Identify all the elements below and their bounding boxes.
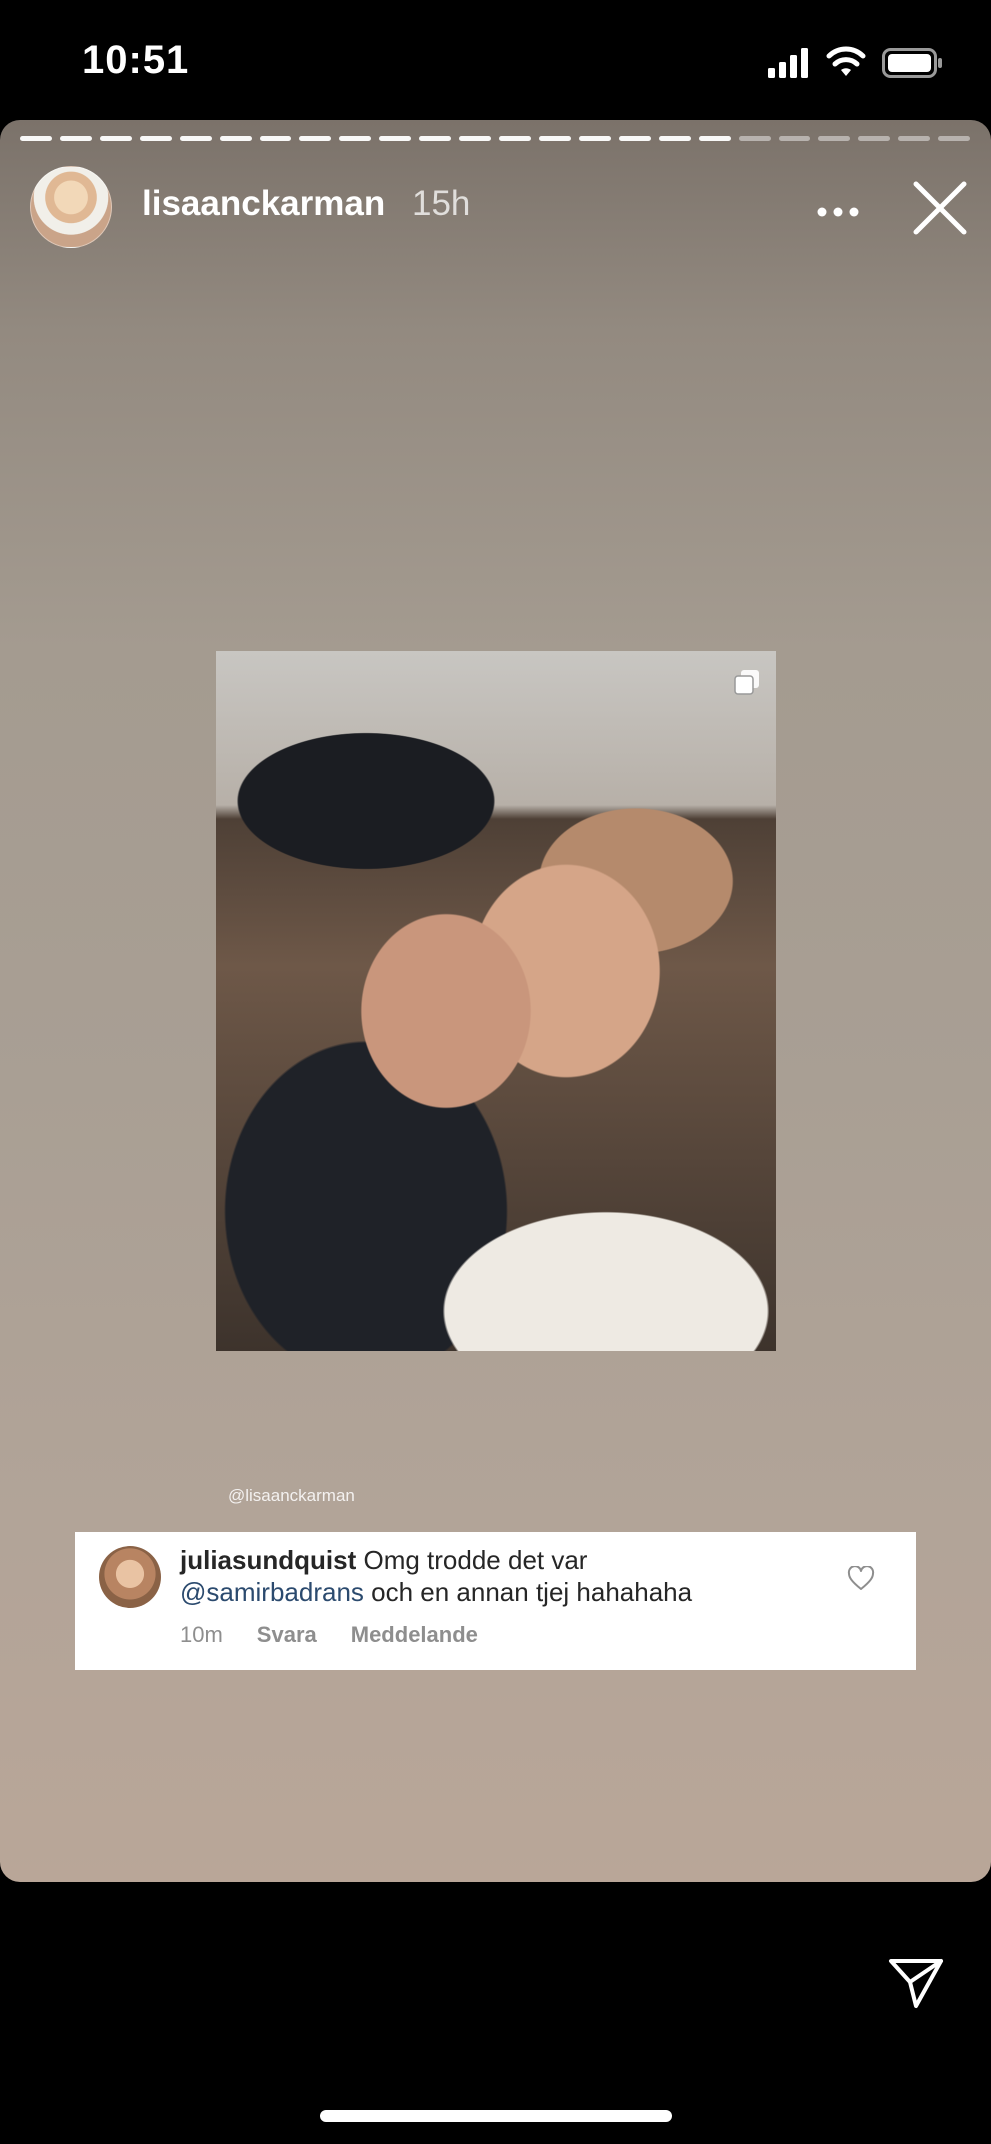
heart-icon[interactable] xyxy=(847,1566,875,1592)
comment-reply-button[interactable]: Svara xyxy=(257,1622,317,1648)
story-progress-segment xyxy=(379,136,412,141)
story-progress-segment xyxy=(499,136,531,141)
story-progress-segment xyxy=(738,136,771,141)
story-progress-segment xyxy=(898,136,931,141)
shared-comment-card[interactable]: juliasundquist Omg trodde det var @samir… xyxy=(75,1532,916,1670)
comment-message-button[interactable]: Meddelande xyxy=(351,1622,478,1648)
story-progress-segment xyxy=(459,136,492,141)
story-progress-segment xyxy=(698,136,731,141)
comment-text-end: och en annan tjej hahahaha xyxy=(371,1577,693,1607)
comment-meta: 10m Svara Meddelande xyxy=(180,1622,478,1648)
story-progress-segment xyxy=(259,136,292,141)
story-progress-segment xyxy=(299,136,332,141)
story-progress-segment xyxy=(59,136,92,141)
battery-icon xyxy=(882,48,942,78)
story-viewer[interactable]: lisaanckarman 15h @lisaanckarman juliasu… xyxy=(0,120,991,1882)
story-progress-segment xyxy=(618,136,651,141)
comment-username: juliasundquist xyxy=(180,1545,357,1575)
story-progress-segment xyxy=(419,136,452,141)
carousel-icon xyxy=(734,670,759,695)
comment-mention: @samirbadrans xyxy=(180,1577,364,1607)
home-indicator[interactable] xyxy=(320,2110,672,2122)
more-horizontal-icon[interactable] xyxy=(816,206,860,218)
comment-text: juliasundquist Omg trodde det var @samir… xyxy=(180,1544,820,1608)
story-progress-segment xyxy=(139,136,172,141)
status-time: 10:51 xyxy=(82,38,190,82)
story-progress-segment xyxy=(339,136,372,141)
story-progress-segment xyxy=(778,136,811,141)
cellular-signal-icon xyxy=(768,48,808,78)
story-progress-bar xyxy=(20,136,971,141)
send-icon[interactable] xyxy=(888,1956,944,2010)
story-username[interactable]: lisaanckarman xyxy=(142,184,385,224)
photo-credit[interactable]: @lisaanckarman xyxy=(228,1486,355,1506)
story-progress-segment xyxy=(818,136,851,141)
story-age: 15h xyxy=(412,184,471,223)
story-progress-segment xyxy=(578,136,611,141)
story-user-avatar[interactable] xyxy=(30,166,112,248)
story-progress-segment xyxy=(538,136,571,141)
story-progress-segment xyxy=(179,136,212,141)
comment-time: 10m xyxy=(180,1622,223,1647)
status-bar: 10:51 xyxy=(0,0,991,118)
story-progress-segment xyxy=(938,136,971,141)
comment-text-start: Omg trodde det var xyxy=(363,1545,588,1575)
story-progress-segment xyxy=(219,136,252,141)
story-progress-segment xyxy=(658,136,691,141)
story-progress-segment xyxy=(20,136,52,141)
story-progress-segment xyxy=(858,136,891,141)
story-progress-segment xyxy=(99,136,132,141)
comment-author-avatar xyxy=(99,1546,161,1608)
shared-post-photo[interactable] xyxy=(216,651,776,1351)
wifi-icon xyxy=(826,46,866,76)
close-icon[interactable] xyxy=(912,180,968,236)
